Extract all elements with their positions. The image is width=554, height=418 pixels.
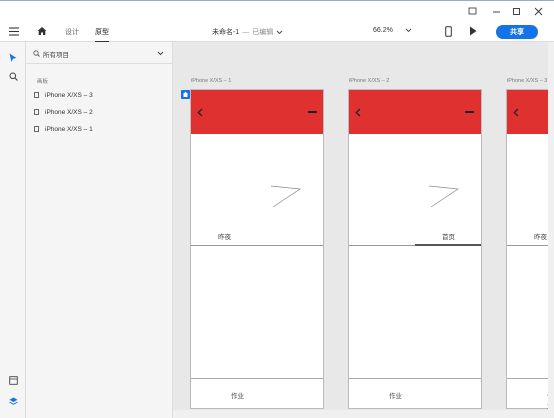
artboard-1[interactable]: 昨夜 作业 <box>190 89 324 409</box>
tab-divider <box>507 245 554 246</box>
document-title[interactable]: 未命名-1 — 已编辑 <box>212 27 283 37</box>
layer-item-label: iPhone X/XS – 3 <box>45 91 93 99</box>
artboard-icon <box>34 126 39 132</box>
artboard-2[interactable]: 首页 作业 <box>348 89 482 409</box>
bottom-label[interactable]: 作业 <box>389 390 402 400</box>
home-icon[interactable] <box>37 26 47 38</box>
search-icon <box>33 50 40 59</box>
layers-panel: 所有项目 画板 iPhone X/XS – 3 iPhone X/XS – 2 … <box>26 42 173 418</box>
zoom-tool-icon[interactable] <box>9 72 18 83</box>
tab-label[interactable]: 首页 <box>442 231 455 241</box>
menu-icon[interactable] <box>9 27 19 38</box>
layer-item-label: iPhone X/XS – 2 <box>45 108 93 116</box>
home-marker-icon[interactable] <box>181 90 190 99</box>
artboard-header <box>191 90 323 134</box>
active-tab-indicator <box>415 244 481 246</box>
chevron-down-icon <box>276 30 283 34</box>
bottom-bar: 作业 <box>191 378 323 409</box>
canvas[interactable]: iPhone X/XS – 1 昨夜 作业 iPhone X/XS – 2 首页… <box>173 42 554 410</box>
layer-item-label: iPhone X/XS – 1 <box>45 125 93 133</box>
document-name: 未命名-1 <box>212 29 240 36</box>
artboard-icon <box>34 109 39 115</box>
filter-chevron-icon[interactable] <box>157 51 164 58</box>
artboard-header <box>349 90 481 134</box>
line-shape <box>428 185 460 211</box>
tab-design[interactable]: 设计 <box>65 27 79 37</box>
tab-prototype[interactable]: 原型 <box>95 27 109 43</box>
zoom-value[interactable]: 66.2% <box>373 27 393 34</box>
bottom-bar: 作业 <box>349 378 481 409</box>
artboard-icon <box>34 92 39 98</box>
feedback-icon[interactable] <box>464 4 480 18</box>
document-status: 已编辑 <box>252 29 274 36</box>
play-icon[interactable] <box>469 26 477 38</box>
artboard-label[interactable]: iPhone X/XS – 1 <box>191 78 231 84</box>
tab-label[interactable]: 昨夜 <box>534 231 547 241</box>
section-label: 画板 <box>37 79 49 85</box>
vertical-scrollbar[interactable] <box>548 42 554 410</box>
back-arrow-icon[interactable] <box>355 108 361 119</box>
bottom-bar: 作业 <box>507 378 554 410</box>
bottom-label[interactable]: 作业 <box>231 390 244 400</box>
select-tool-icon[interactable] <box>9 53 17 65</box>
tool-rail <box>0 42 26 418</box>
layer-item-artboard-3[interactable]: iPhone X/XS – 3 <box>34 89 93 101</box>
artboard-3[interactable]: 昨夜 作业 <box>506 89 554 410</box>
close-button[interactable] <box>530 4 546 18</box>
minimize-button[interactable] <box>488 4 504 18</box>
tab-divider <box>191 245 323 246</box>
artboard-label[interactable]: iPhone X/XS – 2 <box>349 78 389 84</box>
layer-item-artboard-1[interactable]: iPhone X/XS – 1 <box>34 123 93 135</box>
layers-panel-icon[interactable] <box>9 397 18 408</box>
minus-icon[interactable] <box>308 111 317 113</box>
horizontal-scrollbar[interactable] <box>173 410 554 418</box>
search-input[interactable]: 所有项目 <box>43 49 69 59</box>
minus-icon[interactable] <box>465 111 474 113</box>
title-bar <box>0 0 554 22</box>
zoom-chevron-icon[interactable] <box>405 28 412 35</box>
toolbar: 设计 原型 未命名-1 — 已编辑 66.2% 共享 <box>0 22 554 43</box>
artboard-label[interactable]: iPhone X/XS – 3 <box>507 78 547 84</box>
search-bar: 所有项目 <box>26 42 172 64</box>
back-arrow-icon[interactable] <box>197 108 203 119</box>
layer-item-artboard-2[interactable]: iPhone X/XS – 2 <box>34 106 93 118</box>
maximize-button[interactable] <box>508 4 524 18</box>
title-separator: — <box>242 28 250 36</box>
back-arrow-icon[interactable] <box>513 108 519 119</box>
device-preview-icon[interactable] <box>445 26 452 39</box>
share-button[interactable]: 共享 <box>496 25 538 39</box>
line-shape <box>270 185 302 211</box>
tab-label[interactable]: 昨夜 <box>218 231 231 241</box>
assets-panel-icon[interactable] <box>9 376 18 387</box>
